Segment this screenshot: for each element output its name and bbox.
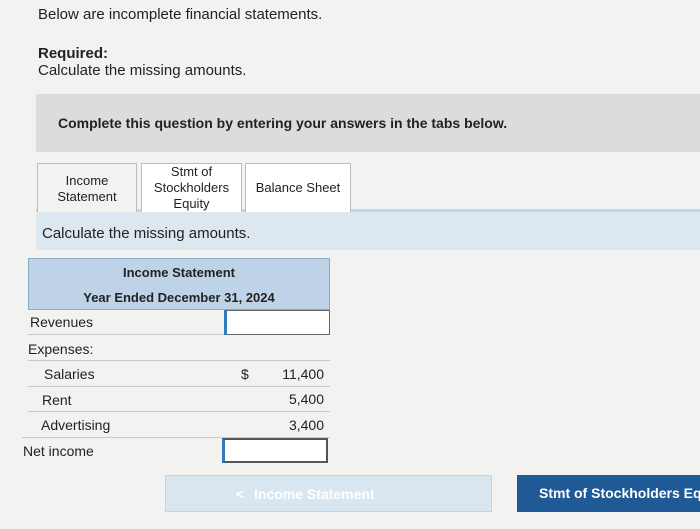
row-label: Advertising (41, 417, 111, 433)
row-divider (28, 360, 330, 361)
instruction-bar: Calculate the missing amounts. (36, 212, 700, 250)
next-tab-button[interactable]: Stmt of Stockholders Equity (517, 475, 700, 512)
tab-stmt-stockholders-equity[interactable]: Stmt of Stockholders Equity (141, 163, 242, 213)
required-heading: Required: (38, 45, 109, 62)
rent-value[interactable]: 5,400 (262, 391, 324, 407)
tab-label: Stmt of Stockholders Equity (153, 164, 230, 211)
instruction-text: Calculate the missing amounts. (42, 225, 251, 242)
statement-period: Year Ended December 31, 2024 (83, 290, 275, 305)
prev-tab-label: Income Statement (254, 486, 375, 502)
prev-tab-button[interactable]: < Income Statement (165, 475, 492, 512)
net-income-input[interactable] (222, 438, 328, 463)
revenues-input[interactable] (224, 310, 330, 335)
tab-income-statement[interactable]: Income Statement (37, 163, 137, 213)
row-label: Expenses: (28, 341, 94, 357)
instructions-banner: Complete this question by entering your … (36, 94, 700, 152)
row-label: Net income (23, 443, 94, 459)
tab-label: Balance Sheet (255, 180, 341, 195)
currency-symbol: $ (241, 366, 249, 382)
tab-balance-sheet[interactable]: Balance Sheet (245, 163, 351, 213)
table-row: Expenses: (22, 337, 330, 362)
statement-title: Income Statement (123, 265, 235, 280)
next-tab-label: Stmt of Stockholders Equity (539, 485, 700, 501)
statement-header: Income Statement Year Ended December 31,… (28, 258, 330, 310)
row-divider (28, 334, 224, 335)
chevron-left-icon: < (236, 486, 245, 502)
banner-text: Complete this question by entering your … (58, 115, 508, 131)
advertising-value[interactable]: 3,400 (262, 417, 324, 433)
required-text: Calculate the missing amounts. (38, 62, 247, 79)
row-label: Revenues (30, 314, 94, 330)
row-label: Rent (42, 392, 72, 408)
row-divider (28, 411, 330, 412)
row-label: Salaries (44, 366, 95, 382)
tab-label: Income Statement (57, 172, 117, 204)
row-divider (28, 386, 330, 387)
salaries-value[interactable]: 11,400 (262, 366, 324, 382)
question-intro: Below are incomplete financial statement… (38, 6, 323, 23)
